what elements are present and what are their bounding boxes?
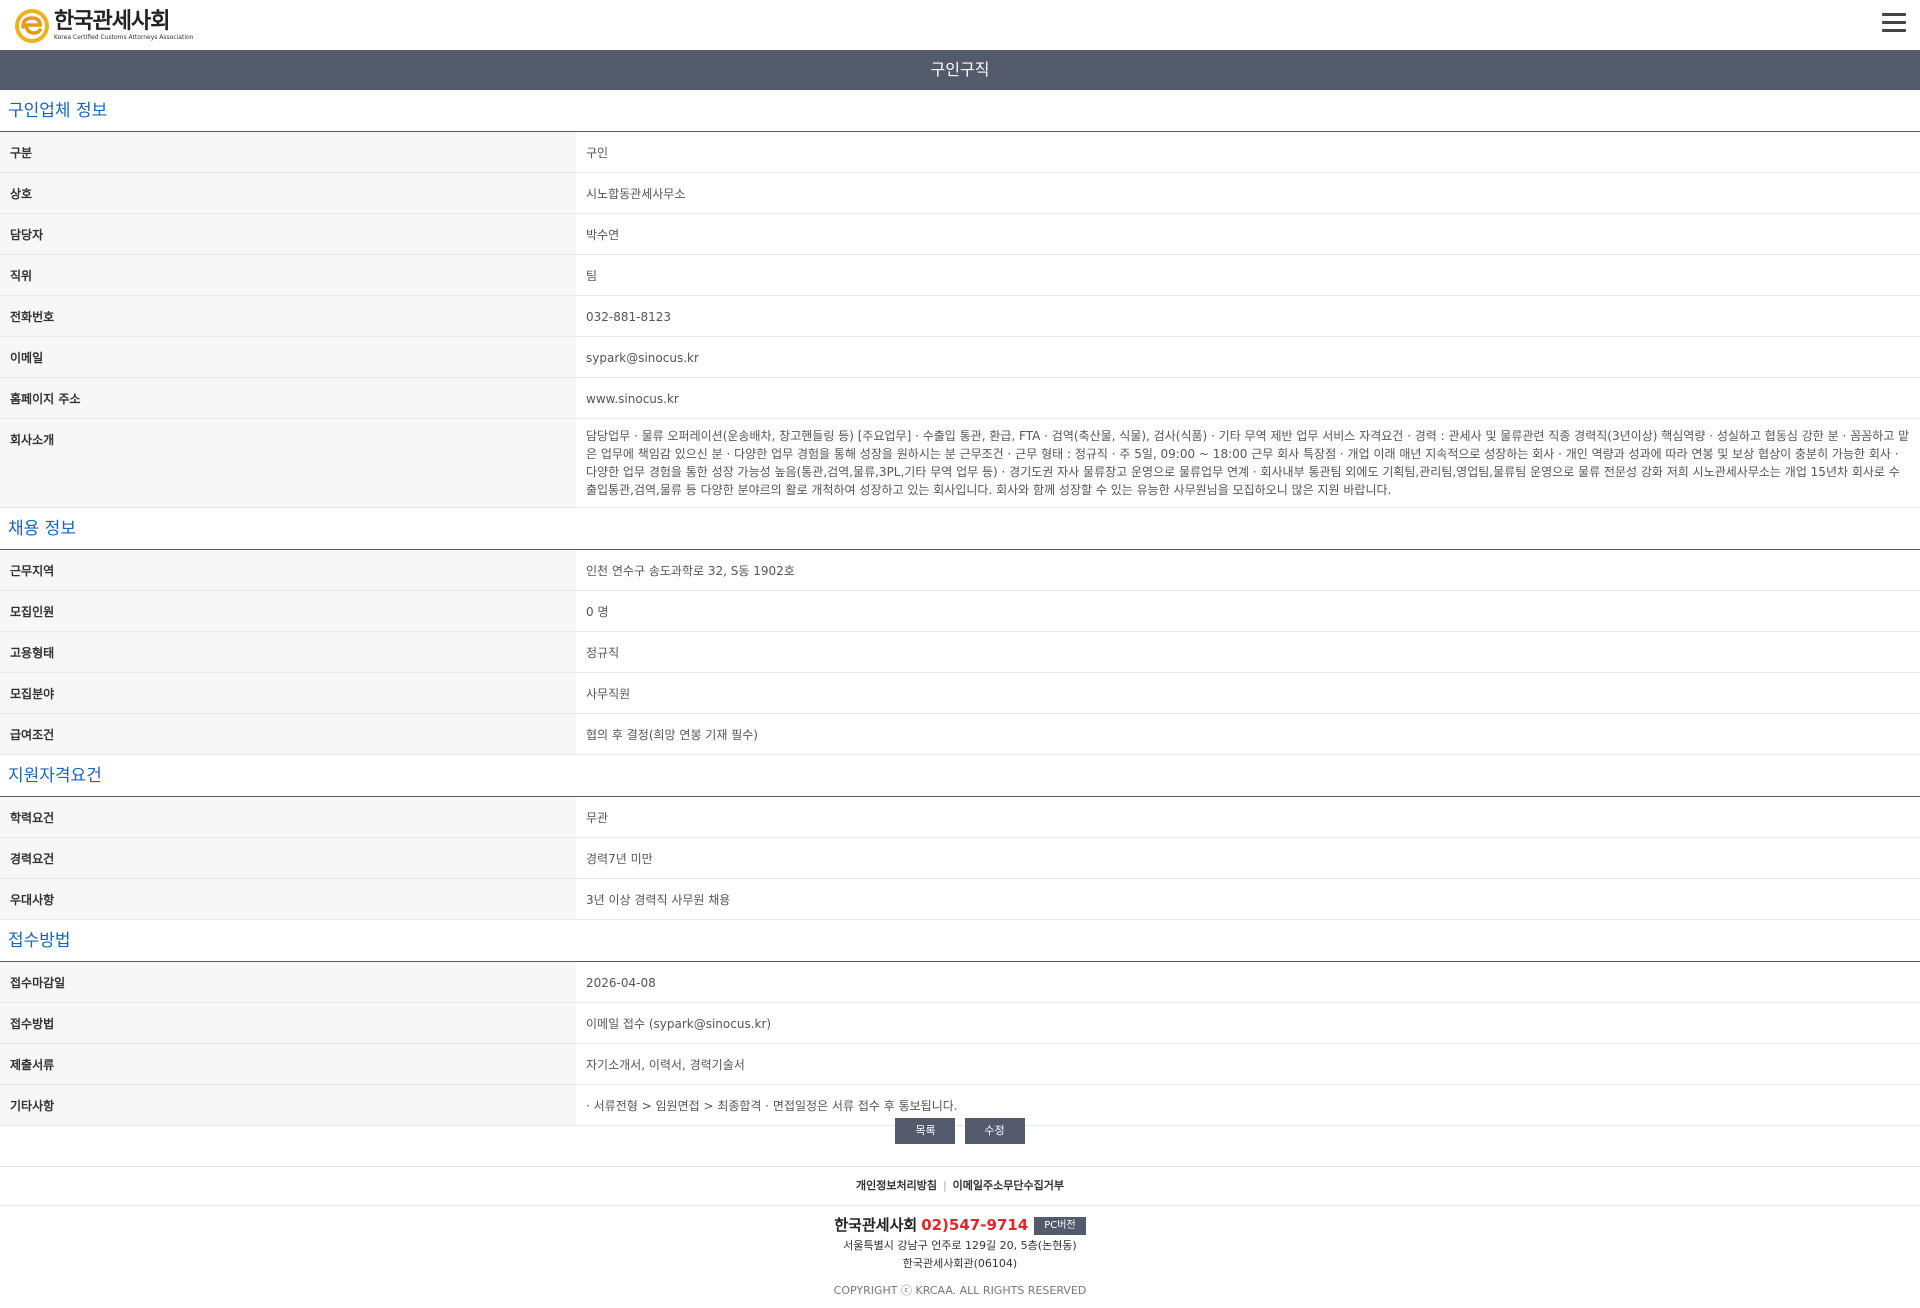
page-title: 구인구직	[0, 50, 1920, 90]
row-label: 접수마감일	[0, 962, 576, 1002]
row-value: 자기소개서, 이력서, 경력기술서	[586, 1058, 745, 1072]
row-value: 인천 연수구 송도과학로 32, S동 1902호	[586, 564, 795, 578]
section-title-qualification: 지원자격요건	[0, 755, 1920, 797]
privacy-policy-link[interactable]: 개인정보처리방침	[850, 1179, 943, 1192]
row-label: 회사소개	[0, 419, 576, 507]
top-header: 한국관세사회 Korea Certified Customs Attorneys…	[0, 0, 1920, 50]
logo-korean-text: 한국관세사회	[54, 9, 170, 34]
table-row: 모집분야 사무직원	[0, 673, 1920, 714]
table-row: 상호 시노합동관세사무소	[0, 173, 1920, 214]
table-row: 전화번호 032-881-8123	[0, 296, 1920, 337]
site-logo[interactable]: 한국관세사회 Korea Certified Customs Attorneys…	[14, 8, 193, 44]
row-value: 무관	[586, 811, 609, 825]
row-value: 3년 이상 경력직 사무원 채용	[586, 893, 731, 907]
row-label: 구분	[0, 132, 576, 172]
row-label: 고용형태	[0, 632, 576, 672]
footer-links: 개인정보처리방침 | 이메일주소무단수집거부	[0, 1166, 1920, 1206]
table-row: 근무지역 인천 연수구 송도과학로 32, S동 1902호	[0, 550, 1920, 591]
row-value: 팀	[586, 269, 598, 283]
row-label: 경력요건	[0, 838, 576, 878]
row-label: 근무지역	[0, 550, 576, 590]
row-label: 우대사항	[0, 879, 576, 919]
footer-copyright: COPYRIGHT ⓒ KRCAA. ALL RIGHTS RESERVED	[833, 1284, 1087, 1297]
section-title-recruit: 채용 정보	[0, 508, 1920, 550]
row-value: 경력7년 미만	[586, 852, 653, 866]
logo-english-text: Korea Certified Customs Attorneys Associ…	[54, 34, 194, 41]
list-button[interactable]: 목록	[895, 1118, 956, 1144]
row-value: 구인	[586, 146, 609, 160]
table-row: 접수방법 이메일 접수 (sypark@sinocus.kr)	[0, 1003, 1920, 1044]
table-row: 담당자 박수연	[0, 214, 1920, 255]
table-row: 제출서류 자기소개서, 이력서, 경력기술서	[0, 1044, 1920, 1085]
row-value: 032-881-8123	[586, 310, 672, 324]
row-value: 협의 후 결정(희망 연봉 기재 필수)	[586, 728, 758, 742]
row-value: 정규직	[586, 646, 620, 660]
footer-address-line2: 한국관세사회관(06104)	[902, 1257, 1018, 1270]
row-label: 직위	[0, 255, 576, 295]
footer-org-name: 한국관세사회	[834, 1216, 918, 1234]
row-label: 학력요건	[0, 797, 576, 837]
table-row: 구분 구인	[0, 132, 1920, 173]
email-refusal-link[interactable]: 이메일주소무단수집거부	[947, 1179, 1070, 1192]
row-label: 전화번호	[0, 296, 576, 336]
table-row: 직위 팀	[0, 255, 1920, 296]
row-label: 모집인원	[0, 591, 576, 631]
row-label: 급여조건	[0, 714, 576, 754]
section-title-company: 구인업체 정보	[0, 90, 1920, 132]
row-label: 접수방법	[0, 1003, 576, 1043]
row-value: 사무직원	[586, 687, 631, 701]
table-row: 접수마감일 2026-04-08	[0, 962, 1920, 1003]
row-label: 상호	[0, 173, 576, 213]
row-value: 0 명	[586, 605, 609, 619]
row-value: 2026-04-08	[586, 976, 656, 990]
row-value: 박수연	[586, 228, 620, 242]
row-label: 제출서류	[0, 1044, 576, 1084]
edit-button[interactable]: 수정	[964, 1118, 1025, 1144]
row-label: 이메일	[0, 337, 576, 377]
hamburger-menu-icon[interactable]	[1882, 13, 1906, 33]
table-row: 우대사항 3년 이상 경력직 사무원 채용	[0, 879, 1920, 920]
table-row: 학력요건 무관	[0, 797, 1920, 838]
footer-address-line1: 서울특별시 강남구 언주로 129길 20, 5층(논현동)	[843, 1239, 1077, 1252]
pc-version-button[interactable]: PC버전	[1034, 1216, 1086, 1235]
row-value: www.sinocus.kr	[586, 392, 679, 406]
company-intro-text: 담당업무 · 물류 오퍼레이션(운송배차, 창고핸들링 등) [주요업무] · …	[586, 429, 1910, 497]
row-value: sypark@sinocus.kr	[586, 351, 699, 365]
row-value: 이메일 접수 (sypark@sinocus.kr)	[586, 1017, 772, 1031]
table-row: 모집인원 0 명	[0, 591, 1920, 632]
logo-emblem-icon	[15, 9, 49, 43]
row-label: 모집분야	[0, 673, 576, 713]
table-row: 이메일 sypark@sinocus.kr	[0, 337, 1920, 378]
footer-phone: 02)547-9714	[921, 1216, 1029, 1234]
row-value: 시노합동관세사무소	[586, 187, 686, 201]
section-title-apply: 접수방법	[0, 920, 1920, 962]
table-row: 홈페이지 주소 www.sinocus.kr	[0, 378, 1920, 419]
table-row: 경력요건 경력7년 미만	[0, 838, 1920, 879]
table-row: 회사소개 담당업무 · 물류 오퍼레이션(운송배차, 창고핸들링 등) [주요업무…	[0, 419, 1920, 508]
row-label: 홈페이지 주소	[0, 378, 576, 418]
action-buttons: 목록 수정	[0, 1118, 1920, 1144]
job-detail: 구인업체 정보 구분 구인 상호 시노합동관세사무소 담당자 박수연 직위 팀 전화번호…	[0, 90, 1920, 1126]
row-label: 담당자	[0, 214, 576, 254]
footer-info: 한국관세사회 02)547-9714 PC버전 서울특별시 강남구 언주로 129길…	[0, 1214, 1920, 1298]
table-row: 고용형태 정규직	[0, 632, 1920, 673]
table-row: 급여조건 협의 후 결정(희망 연봉 기재 필수)	[0, 714, 1920, 755]
